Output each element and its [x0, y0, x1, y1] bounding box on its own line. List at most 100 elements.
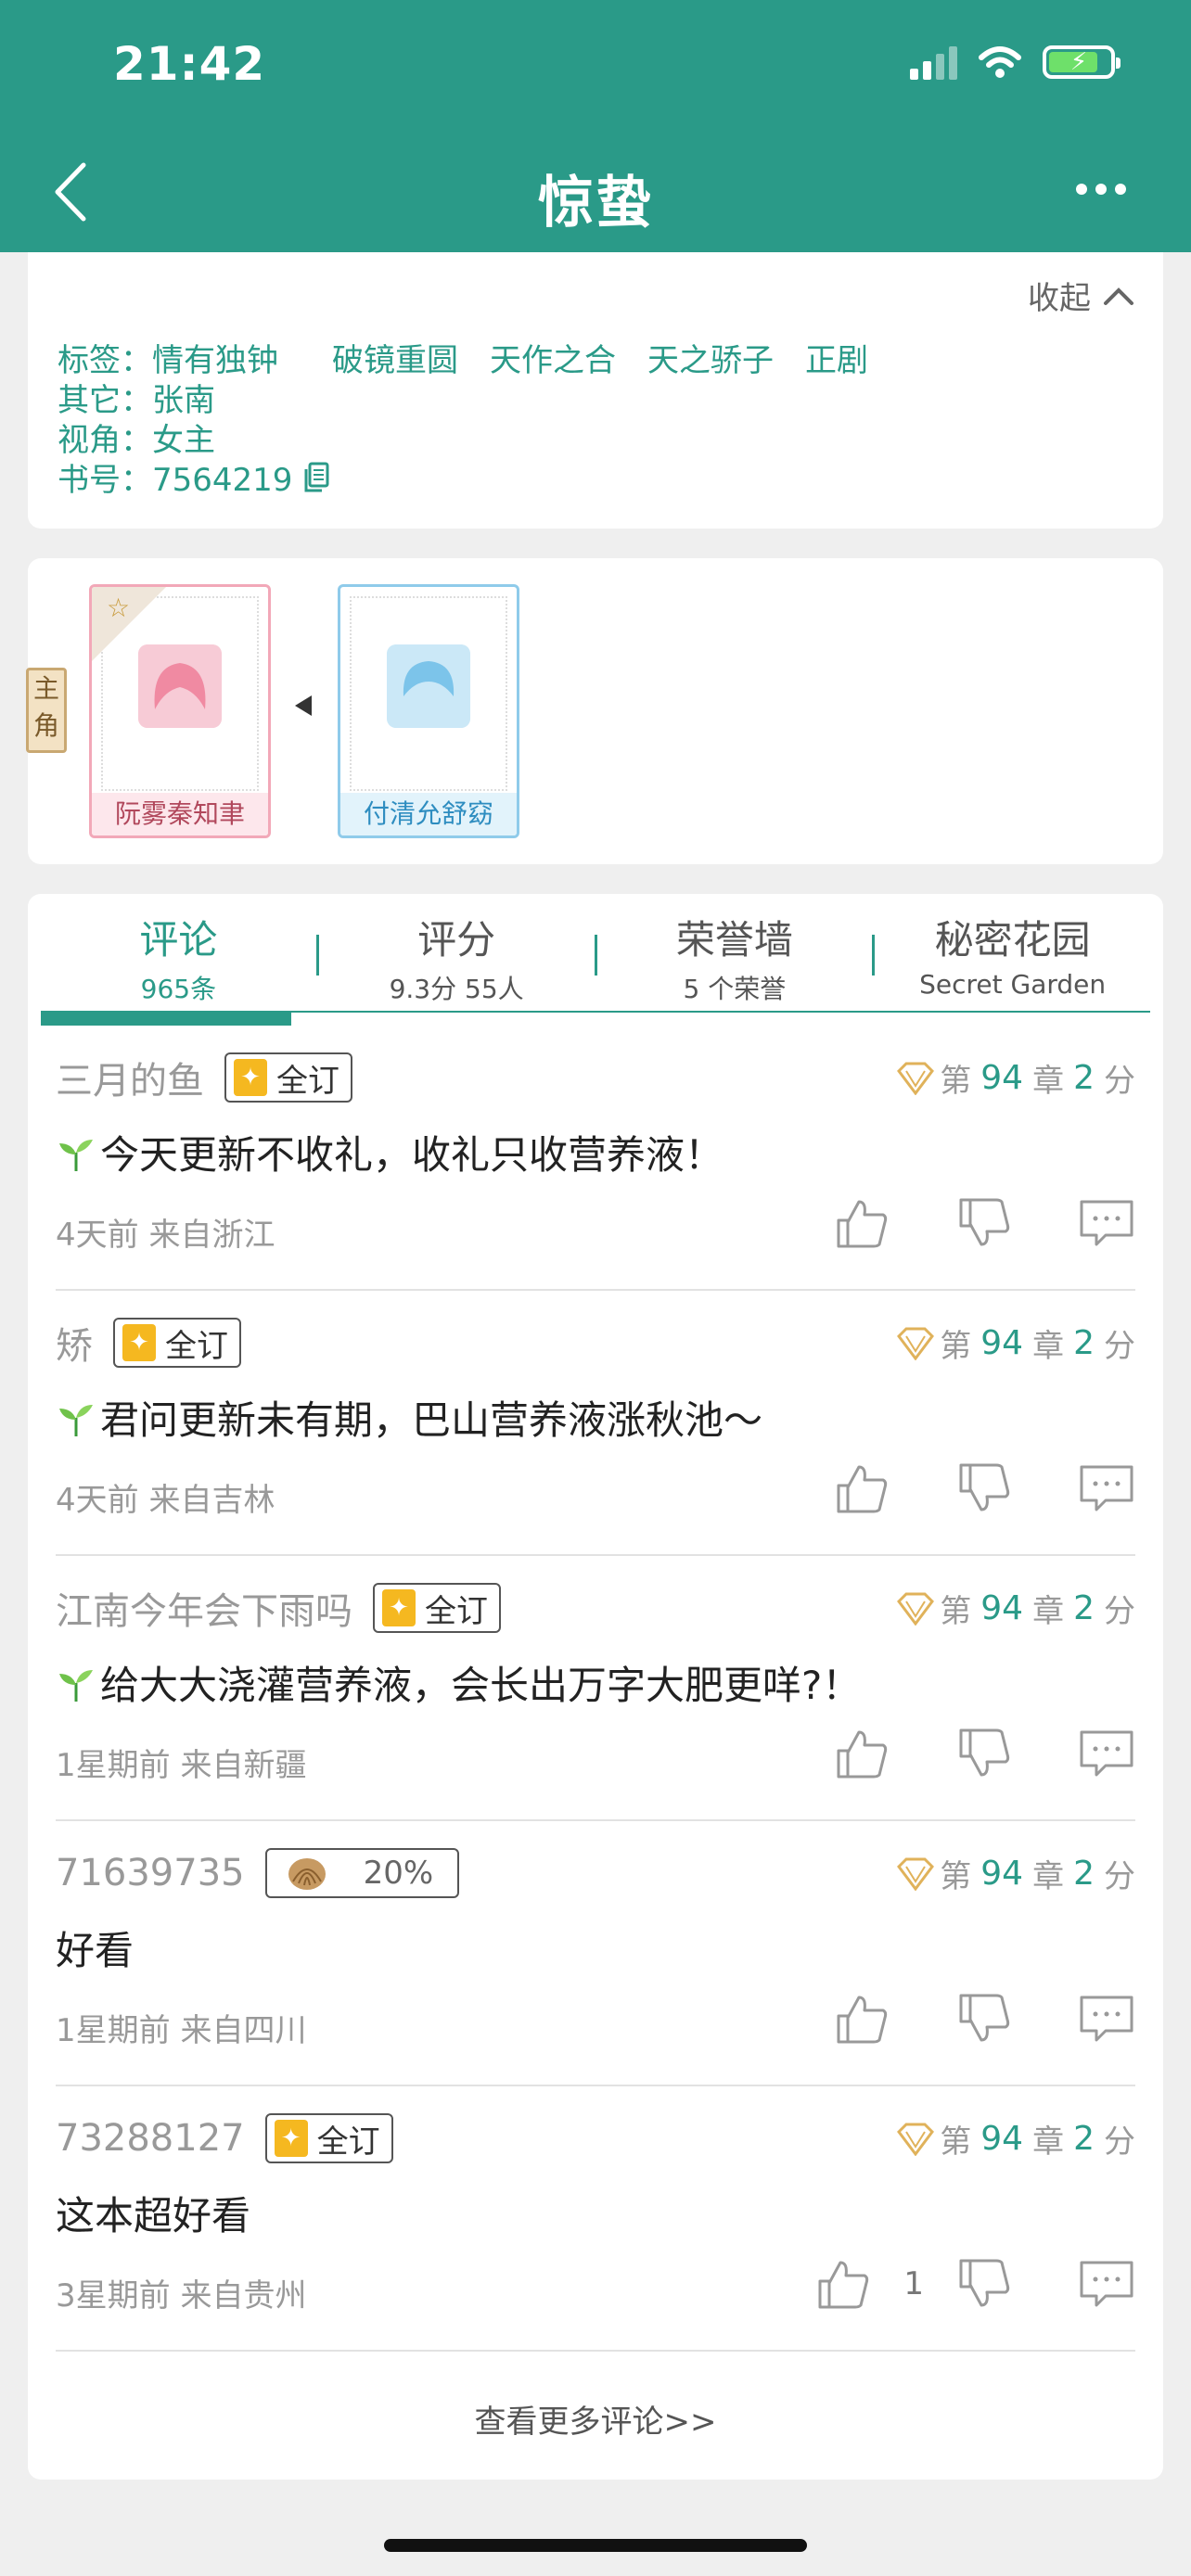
score-suffix: 分	[1104, 1858, 1135, 1895]
dislike-icon[interactable]	[955, 1194, 1013, 1252]
chapter-suffix: 章	[1032, 1328, 1065, 1365]
tag-item[interactable]: 情有独钟	[152, 341, 278, 381]
comment-username[interactable]: 71639735	[56, 1852, 245, 1894]
collapse-button[interactable]: 收起	[1028, 273, 1135, 318]
dislike-icon[interactable]	[955, 1460, 1013, 1517]
like-icon[interactable]	[833, 1460, 890, 1517]
tab-secret-garden[interactable]: 秘密花园 Secret Garden	[875, 894, 1150, 1013]
tag-item[interactable]: 破镜重圆	[332, 341, 458, 381]
subscription-badge: ✦ 全订	[373, 1583, 501, 1633]
score-suffix: 分	[1104, 1593, 1135, 1630]
comment-username[interactable]: 矫	[56, 1316, 93, 1370]
tag-item[interactable]: 天之骄子	[647, 341, 774, 381]
diamond-icon	[897, 1592, 935, 1626]
comments-card: 评论 965条 评分 9.3分 55人 荣誉墙 5 个荣誉 秘密花园 Secre…	[28, 894, 1163, 2480]
chapter-prefix: 第	[940, 2123, 972, 2161]
chapter-prefix: 第	[940, 1593, 972, 1630]
book-number-row: 书号： 7564219	[58, 461, 900, 501]
more-comments-link[interactable]: 查看更多评论>>	[28, 2396, 1163, 2442]
score-number: 2	[1073, 1324, 1095, 1362]
like-icon[interactable]	[833, 1725, 890, 1782]
dislike-icon[interactable]	[955, 1725, 1013, 1782]
comment-item: 73288127 ✦ 全订 第 94 章 2 分 这本超好看 3星期前 来自贵州 1	[56, 2086, 1135, 2352]
arrow-left-icon	[295, 695, 312, 716]
dislike-icon[interactable]	[955, 2255, 1013, 2313]
tab-sub: 965条	[140, 974, 217, 1004]
shell-icon	[288, 1858, 326, 1890]
view-value: 女主	[152, 422, 215, 459]
tab-ratings[interactable]: 评分 9.3分 55人	[319, 894, 595, 1013]
chapter-score: 第 94 章 2 分	[897, 1851, 1135, 1896]
reply-icon[interactable]	[1078, 2255, 1135, 2313]
battery-icon: ⚡	[1043, 45, 1121, 79]
chapter-prefix: 第	[940, 1858, 972, 1895]
role-card-female[interactable]: ☆ 阮雾秦知聿	[89, 584, 271, 838]
chapter-score: 第 94 章 2 分	[897, 1586, 1135, 1631]
male-avatar-icon	[387, 644, 470, 728]
tab-sub: Secret Garden	[919, 969, 1107, 1000]
chapter-number: 94	[980, 1324, 1024, 1362]
comment-text: 好看	[56, 1928, 134, 1973]
bookmark-icon: ✦	[274, 2120, 308, 2157]
like-icon[interactable]	[814, 2255, 872, 2313]
chapter-suffix: 章	[1032, 1593, 1065, 1630]
star-icon: ☆	[107, 593, 131, 623]
reply-icon[interactable]	[1078, 1990, 1135, 2047]
roles-card: 主 角 ☆ 阮雾秦知聿 付清允舒窈	[26, 558, 1163, 864]
chapter-suffix: 章	[1032, 1858, 1065, 1895]
score-number: 2	[1073, 1855, 1095, 1893]
status-time: 21:42	[113, 37, 266, 91]
reply-icon[interactable]	[1078, 1194, 1135, 1252]
chevron-up-icon	[1104, 287, 1133, 305]
copy-icon[interactable]	[301, 461, 331, 494]
top-bar: 21:42 ⚡ 惊蛰	[0, 0, 1191, 252]
comment-text: 这本超好看	[56, 2193, 251, 2238]
like-count: 1	[903, 2265, 924, 2302]
other-row: 其它： 张南	[58, 381, 900, 421]
comment-username[interactable]: 73288127	[56, 2117, 245, 2160]
sprout-icon	[59, 1139, 93, 1171]
tab-honor-wall[interactable]: 荣誉墙 5 个荣誉	[597, 894, 873, 1013]
like-icon[interactable]	[833, 1194, 890, 1252]
chapter-score: 第 94 章 2 分	[897, 1055, 1135, 1101]
comment-meta: 1星期前 来自新疆	[56, 1747, 307, 1784]
view-row: 视角： 女主	[58, 421, 900, 461]
comment-text: 给大大浇灌营养液，会长出万字大肥更咩?！	[100, 1663, 862, 1708]
tab-label: 荣誉墙	[675, 917, 793, 963]
comment-meta: 4天前 来自浙江	[56, 1217, 275, 1254]
chapter-prefix: 第	[940, 1063, 972, 1100]
reply-icon[interactable]	[1078, 1460, 1135, 1517]
chapter-score: 第 94 章 2 分	[897, 2116, 1135, 2162]
score-number: 2	[1073, 2120, 1095, 2158]
tab-sub: 5 个荣誉	[683, 974, 787, 1004]
tag-item[interactable]: 正剧	[805, 341, 868, 381]
info-rows: 标签： 情有独钟 破镜重圆 天作之合 天之骄子 正剧 其它： 张南 视角： 女主…	[58, 341, 900, 501]
chapter-suffix: 章	[1032, 2123, 1065, 2161]
diamond-icon	[897, 2123, 935, 2156]
role-card-male[interactable]: 付清允舒窈	[338, 584, 519, 838]
badge-label: 全订	[425, 1592, 488, 1630]
comment-username[interactable]: 江南今年会下雨吗	[56, 1581, 352, 1635]
bookmark-icon: ✦	[122, 1324, 156, 1361]
dislike-icon[interactable]	[955, 1990, 1013, 2047]
chapter-number: 94	[980, 1855, 1024, 1893]
home-indicator[interactable]	[384, 2539, 807, 2552]
signal-icon	[910, 45, 957, 80]
wifi-icon	[979, 46, 1021, 78]
comment-item: 三月的鱼 ✦ 全订 第 94 章 2 分 今天更新不收礼，收礼只收营养液！ 4天前 来自…	[56, 1026, 1135, 1291]
more-options-button[interactable]	[1076, 184, 1126, 195]
subscription-badge: ✦ 全订	[264, 2113, 393, 2163]
badge-label: 全订	[276, 1062, 339, 1100]
tab-comments[interactable]: 评论 965条	[41, 894, 316, 1013]
like-icon[interactable]	[833, 1990, 890, 2047]
reply-icon[interactable]	[1078, 1725, 1135, 1782]
comment-username[interactable]: 三月的鱼	[56, 1051, 204, 1104]
tag-item[interactable]: 天作之合	[490, 341, 616, 381]
comment-meta: 4天前 来自吉林	[56, 1482, 275, 1519]
comment-text: 君问更新未有期，巴山营养液涨秋池～	[100, 1397, 763, 1443]
chapter-suffix: 章	[1032, 1063, 1065, 1100]
badge-label: 全订	[165, 1327, 228, 1365]
score-suffix: 分	[1104, 1063, 1135, 1100]
progress-badge: 20%	[264, 1848, 460, 1898]
score-suffix: 分	[1104, 2123, 1135, 2161]
